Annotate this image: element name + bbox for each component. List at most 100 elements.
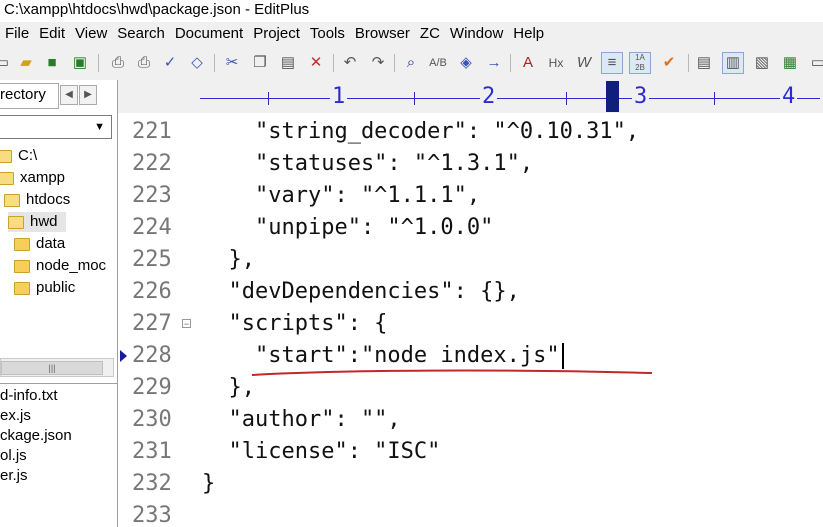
menu-document[interactable]: Document	[170, 22, 248, 46]
tree-horizontal-scrollbar[interactable]: |||	[0, 358, 114, 377]
tree-node[interactable]: data	[14, 234, 65, 254]
save-all-icon[interactable]: ▣	[70, 53, 90, 73]
file-list: d-info.txt ex.js ckage.json ol.js er.js	[0, 383, 117, 486]
directory-window-icon[interactable]: ▥	[722, 52, 744, 74]
directory-panel: rectory ◀ ▶ ▼ C:\ xampp htdocs hwd data n…	[0, 80, 118, 527]
code-line: 232}	[118, 468, 823, 500]
paste-icon[interactable]: ▤	[278, 53, 298, 73]
menu-help[interactable]: Help	[508, 22, 549, 46]
line-number: 225	[132, 247, 172, 272]
tab-scroll-right-icon[interactable]: ▶	[79, 85, 97, 105]
replace-icon[interactable]: A/B	[428, 53, 448, 73]
code-text: "devDependencies": {},	[202, 279, 520, 304]
font-icon[interactable]: A	[518, 53, 538, 73]
check-icon[interactable]: ✔	[659, 53, 679, 73]
file-item[interactable]: d-info.txt	[0, 386, 117, 406]
code-text: "statuses": "^1.3.1",	[202, 151, 534, 176]
browser-icon[interactable]: ◇	[187, 53, 207, 73]
code-editor[interactable]: 221 "string_decoder": "^0.10.31", 222 "s…	[118, 113, 823, 527]
copy-icon[interactable]: ❐	[250, 53, 270, 73]
tree-node[interactable]: C:\	[0, 146, 37, 166]
print-icon[interactable]: ⎙	[134, 53, 154, 73]
folder-icon	[14, 281, 30, 295]
save-icon[interactable]: ■	[42, 53, 62, 73]
code-text: "unpipe": "^1.0.0"	[202, 215, 494, 240]
code-text: "start":"node index.js"	[202, 340, 564, 372]
menu-zc[interactable]: ZC	[415, 22, 445, 46]
tab-scroll-left-icon[interactable]: ◀	[60, 85, 78, 105]
folder-icon	[0, 149, 12, 163]
code-line: 224 "unpipe": "^1.0.0"	[118, 212, 823, 244]
cut-icon[interactable]: ✂	[222, 53, 242, 73]
tree-node[interactable]: node_moc	[14, 256, 106, 276]
line-number: 227	[132, 311, 172, 336]
drive-select[interactable]: ▼	[0, 115, 112, 139]
ruler-toggle-icon[interactable]: 1A 2B	[629, 52, 651, 74]
code-line: 223 "vary": "^1.1.1",	[118, 180, 823, 212]
current-line-marker-icon	[120, 350, 127, 362]
line-number: 222	[132, 151, 172, 176]
output-window-icon[interactable]: ▤	[694, 53, 714, 73]
chevron-down-icon: ▼	[94, 121, 105, 133]
code-line: 222 "statuses": "^1.3.1",	[118, 148, 823, 180]
code-line: 221 "string_decoder": "^0.10.31",	[118, 116, 823, 148]
tree-node[interactable]: public	[14, 278, 75, 298]
code-line-current: 228 "start":"node index.js"	[118, 340, 823, 372]
cliptext-icon[interactable]: ▧	[752, 53, 772, 73]
code-text: "scripts": {	[202, 311, 388, 336]
toolbar-overflow-icon[interactable]: ▭	[808, 53, 823, 73]
code-text: }	[202, 471, 216, 496]
menu-tools[interactable]: Tools	[305, 22, 350, 46]
line-number: 226	[132, 279, 172, 304]
tab-scroll-arrows: ◀ ▶	[60, 84, 112, 105]
find-in-files-icon[interactable]: ◈	[456, 53, 476, 73]
file-item[interactable]: ckage.json	[0, 426, 117, 446]
tree-node[interactable]: htdocs	[4, 190, 70, 210]
directory-tab[interactable]: rectory	[0, 83, 59, 109]
file-item[interactable]: ex.js	[0, 406, 117, 426]
menu-edit[interactable]: Edit	[34, 22, 70, 46]
code-text: "string_decoder": "^0.10.31",	[202, 119, 640, 144]
menu-file[interactable]: File	[0, 22, 34, 46]
open-folder-icon[interactable]: ▰	[16, 53, 36, 73]
window-list-icon[interactable]: ▦	[780, 53, 800, 73]
line-number: 228	[132, 343, 172, 368]
code-line: 231 "license": "ISC"	[118, 436, 823, 468]
code-text: },	[202, 375, 255, 400]
scrollbar-thumb[interactable]: |||	[1, 361, 103, 375]
find-icon[interactable]: ⌕	[401, 53, 421, 73]
code-text: "vary": "^1.1.1",	[202, 183, 481, 208]
menu-search[interactable]: Search	[112, 22, 170, 46]
fold-toggle-icon[interactable]: −	[182, 319, 191, 329]
print-preview-icon[interactable]: ⎙	[108, 53, 128, 73]
word-wrap-icon[interactable]: W	[574, 53, 594, 73]
new-file-icon[interactable]: ▭	[0, 53, 12, 73]
tree-node[interactable]: xampp	[0, 168, 65, 188]
file-item[interactable]: ol.js	[0, 446, 117, 466]
text-cursor	[561, 343, 564, 369]
line-number-toggle-icon[interactable]: ≡	[601, 52, 623, 74]
menu-window[interactable]: Window	[445, 22, 508, 46]
folder-open-icon	[8, 215, 24, 229]
line-number: 233	[132, 503, 172, 527]
undo-icon[interactable]: ↶	[340, 53, 360, 73]
menu-project[interactable]: Project	[248, 22, 305, 46]
tree-node-selected[interactable]: hwd	[8, 212, 66, 232]
folder-icon	[4, 193, 20, 207]
red-underline-annotation	[251, 369, 653, 376]
file-item[interactable]: er.js	[0, 466, 117, 486]
ruler-mark: 1	[330, 84, 348, 109]
hex-icon[interactable]: Hx	[546, 53, 566, 73]
toolbar: ▭ ▰ ■ ▣ ⎙ ⎙ ✓ ◇ ✂ ❐ ▤ ✕ ↶ ↷ ⌕ A/B ◈ → A …	[0, 46, 823, 81]
goto-line-icon[interactable]: →	[484, 53, 504, 73]
redo-icon[interactable]: ↷	[368, 53, 388, 73]
spellcheck-icon[interactable]: ✓	[160, 53, 180, 73]
menu-browser[interactable]: Browser	[350, 22, 415, 46]
ruler-mark: 3	[632, 84, 650, 109]
menu-view[interactable]: View	[70, 22, 112, 46]
folder-icon	[0, 171, 14, 185]
folder-icon	[14, 237, 30, 251]
delete-icon[interactable]: ✕	[306, 53, 326, 73]
code-line: 233	[118, 500, 823, 527]
line-number: 230	[132, 407, 172, 432]
